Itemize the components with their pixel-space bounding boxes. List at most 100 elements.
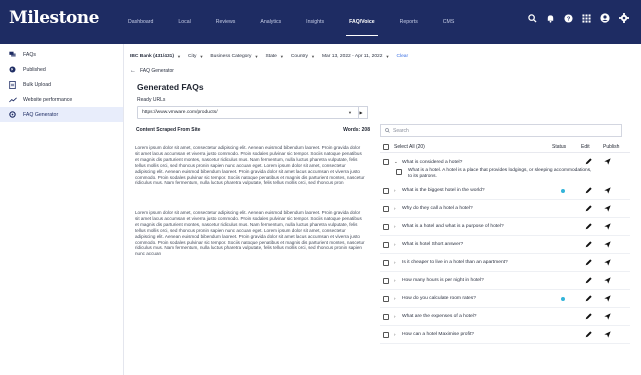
faq-row-checkbox[interactable] — [383, 313, 389, 320]
city-filter[interactable]: City ▼ — [188, 54, 203, 59]
publish-send-icon[interactable] — [604, 259, 611, 268]
faq-row[interactable]: › Why do they call a hotel a hotel? — [380, 200, 630, 218]
edit-pencil-icon[interactable] — [585, 205, 592, 214]
chevron-right-icon[interactable]: › — [394, 332, 398, 337]
edit-pencil-icon[interactable] — [585, 223, 592, 232]
search-icon[interactable] — [528, 13, 537, 23]
edit-pencil-icon[interactable] — [585, 259, 592, 268]
publish-send-icon[interactable] — [604, 158, 611, 167]
faq-row[interactable]: › What is a hotel and what is a purpose o… — [380, 218, 630, 236]
column-edit: Edit — [581, 143, 590, 150]
publish-send-icon[interactable] — [604, 241, 611, 250]
url-select[interactable]: https://www.vmware.com/products/ ▼ — [137, 106, 359, 119]
globe-icon — [9, 66, 23, 73]
faq-row-checkbox[interactable] — [383, 241, 389, 248]
nav-tabs: Dashboard Local Reviews Analytics Insigh… — [128, 0, 479, 44]
edit-pencil-icon[interactable] — [585, 313, 592, 322]
sidebar-item-bulk-upload[interactable]: Bulk Upload — [0, 77, 123, 92]
edit-pencil-icon[interactable] — [585, 331, 592, 340]
sidebar-item-faqs[interactable]: FAQs — [0, 47, 123, 62]
faq-row-checkbox[interactable] — [383, 187, 389, 194]
faq-row-checkbox[interactable] — [383, 259, 389, 266]
chevron-down-icon: ▼ — [385, 53, 390, 59]
edit-pencil-icon[interactable] — [585, 187, 592, 196]
sidebar-item-website-performance[interactable]: Website performance — [0, 92, 123, 107]
chevron-right-icon: ▶ — [359, 110, 363, 115]
faq-row-checkbox[interactable] — [383, 331, 389, 338]
faq-row[interactable]: › What is the biggest hotel in the world? — [380, 182, 630, 200]
sidebar-item-label: Website performance — [23, 96, 73, 103]
state-filter[interactable]: State ▼ — [265, 54, 283, 59]
chevron-right-icon[interactable]: › — [394, 278, 398, 283]
business-category-filter[interactable]: Business Category ▼ — [210, 54, 258, 59]
tab-faq-voice[interactable]: FAQ/Voice — [346, 0, 378, 44]
faq-row-checkbox[interactable] — [383, 159, 389, 165]
chevron-right-icon[interactable]: › — [394, 296, 398, 301]
edit-pencil-icon[interactable] — [585, 158, 592, 167]
faq-question-text: How do you calculate room rates? — [402, 296, 476, 301]
tab-local[interactable]: Local — [178, 0, 190, 44]
publish-send-icon[interactable] — [604, 295, 611, 304]
chevron-right-icon[interactable]: › — [394, 260, 398, 265]
apps-grid-icon[interactable] — [582, 13, 591, 23]
faq-answer-row: What is a hotel. A hotel is a place that… — [396, 168, 596, 180]
scraped-content-label: Content Scraped From Site — [136, 127, 201, 133]
faq-row[interactable]: › How do you calculate room rates? — [380, 290, 630, 308]
tab-cms[interactable]: CMS — [443, 0, 455, 44]
chevron-right-icon[interactable]: › — [394, 224, 398, 229]
publish-send-icon[interactable] — [604, 313, 611, 322]
chevron-right-icon[interactable]: › — [394, 188, 398, 193]
edit-pencil-icon[interactable] — [585, 277, 592, 286]
sidebar: FAQs Published Bulk Upload Website perfo… — [0, 44, 124, 375]
chevron-down-icon: ▼ — [199, 53, 204, 59]
publish-send-icon[interactable] — [604, 205, 611, 214]
settings-gear-icon[interactable] — [619, 13, 629, 23]
edit-pencil-icon[interactable] — [585, 241, 592, 250]
chevron-right-icon[interactable]: › — [394, 314, 398, 319]
account-filter[interactable]: IBC Bank (431/431) ▼ — [130, 54, 181, 59]
tab-insights[interactable]: Insights — [306, 0, 324, 44]
tab-reports[interactable]: Reports — [400, 0, 418, 44]
faq-row-checkbox[interactable] — [383, 223, 389, 230]
publish-send-icon[interactable] — [604, 187, 611, 196]
faq-search-input[interactable]: Search — [380, 124, 622, 137]
account-icon[interactable] — [600, 13, 610, 23]
faq-row-checkbox[interactable] — [383, 277, 389, 284]
faq-row[interactable]: › What is hotel Short answer? — [380, 236, 630, 254]
upload-document-icon — [9, 80, 23, 89]
faq-row[interactable]: › Is it cheaper to live in a hotel than a… — [380, 254, 630, 272]
sidebar-item-published[interactable]: Published — [0, 62, 123, 77]
scraped-content-header: Content Scraped From Site Words: 208 — [133, 124, 373, 136]
help-icon[interactable]: ? — [564, 13, 573, 23]
faq-question-text: What is considered a hotel? — [402, 159, 463, 165]
publish-send-icon[interactable] — [604, 223, 611, 232]
bell-icon[interactable] — [546, 14, 555, 23]
publish-send-icon[interactable] — [604, 277, 611, 286]
faq-row[interactable]: › How can a hotel Maximise profit? — [380, 326, 630, 344]
clear-filters-link[interactable]: Clear — [396, 54, 408, 59]
back-link[interactable]: ← FAQ Generator — [130, 68, 174, 74]
edit-pencil-icon[interactable] — [585, 295, 592, 304]
chevron-down-icon[interactable]: ⌄ — [394, 159, 398, 165]
answer-checkbox[interactable] — [396, 169, 402, 175]
milestone-logo[interactable]: Milestone — [9, 8, 100, 28]
publish-send-icon[interactable] — [604, 331, 611, 340]
sidebar-item-label: FAQ Generator — [23, 111, 59, 118]
status-dot — [561, 297, 565, 301]
faq-row-checkbox[interactable] — [383, 205, 389, 212]
tab-analytics[interactable]: Analytics — [260, 0, 281, 44]
country-filter[interactable]: Country ▼ — [291, 54, 315, 59]
faq-row[interactable]: › How many hours is per night in hotel? — [380, 272, 630, 290]
chevron-right-icon[interactable]: › — [394, 206, 398, 211]
breadcrumb: FAQ Generator — [140, 68, 174, 74]
url-next-button[interactable]: ▶ — [355, 106, 368, 119]
select-all-checkbox[interactable] — [383, 143, 389, 150]
sidebar-item-faq-generator[interactable]: FAQ Generator — [0, 107, 123, 122]
faq-row[interactable]: › What are the expenses of a hotel? — [380, 308, 630, 326]
chevron-right-icon[interactable]: › — [394, 242, 398, 247]
faq-row-checkbox[interactable] — [383, 295, 389, 302]
tab-dashboard[interactable]: Dashboard — [128, 0, 153, 44]
gear-icon — [9, 111, 23, 118]
tab-reviews[interactable]: Reviews — [216, 0, 236, 44]
date-range-filter[interactable]: Mar 13, 2022 - Apr 11, 2022 ▼ — [322, 54, 390, 59]
